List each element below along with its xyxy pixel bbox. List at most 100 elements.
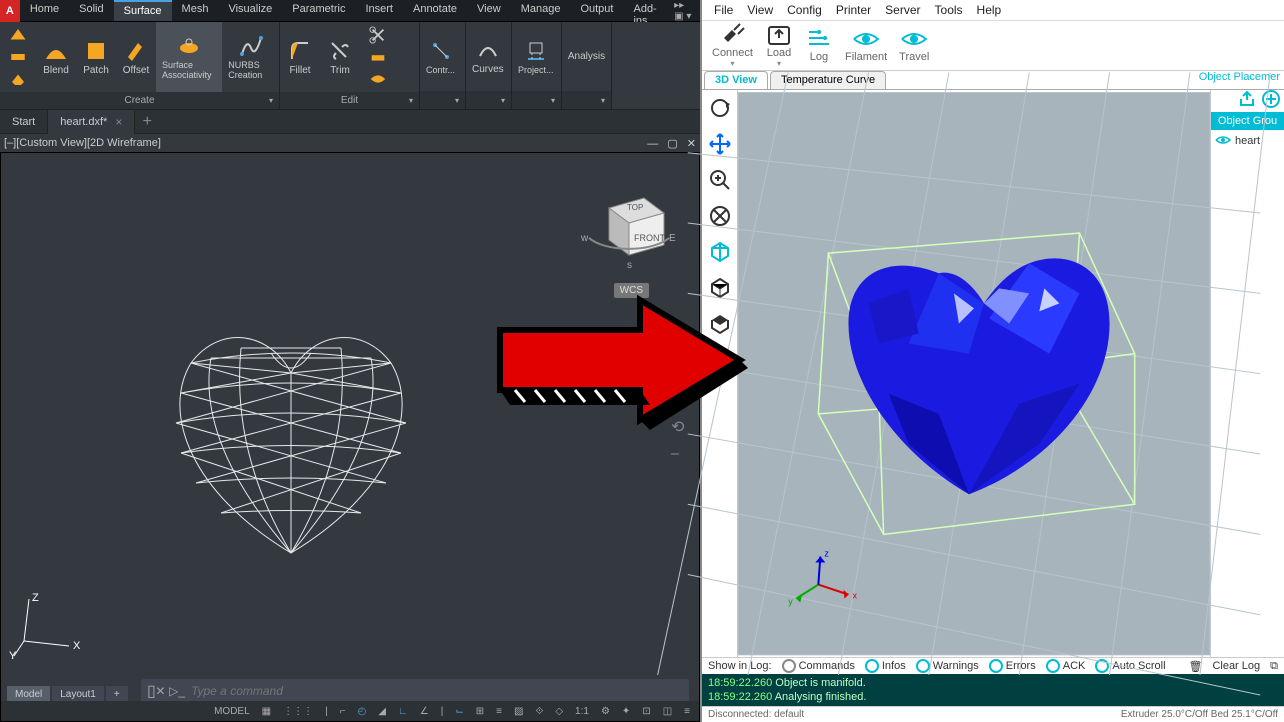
menu-config[interactable]: Config: [787, 3, 822, 17]
add-tab-button[interactable]: +: [135, 113, 159, 131]
ortho-icon[interactable]: ⌐: [337, 706, 349, 717]
loft-button[interactable]: [2, 24, 34, 46]
dynucs-icon[interactable]: ⌙: [452, 706, 466, 717]
grid-icon[interactable]: ▦: [259, 706, 274, 717]
menu-tools[interactable]: Tools: [935, 3, 963, 17]
cmd-close-icon[interactable]: ▯×: [147, 681, 165, 701]
menu-surface[interactable]: Surface: [114, 0, 172, 21]
scale-label[interactable]: 1:1: [572, 706, 592, 717]
menu-visualize[interactable]: Visualize: [218, 0, 282, 21]
command-line[interactable]: ▯× ▷_: [141, 679, 689, 703]
log-button[interactable]: Log: [805, 27, 833, 63]
rotate-tool[interactable]: [706, 94, 734, 122]
chevron-down-icon[interactable]: ▾: [730, 59, 734, 68]
annotation-icon[interactable]: ✦: [619, 706, 633, 717]
menu-mesh[interactable]: Mesh: [172, 0, 219, 21]
menu-home[interactable]: Home: [20, 0, 69, 21]
menu-server[interactable]: Server: [885, 3, 920, 17]
zoom-icon[interactable]: ⊕: [671, 389, 693, 409]
sculpt-button[interactable]: [362, 68, 394, 90]
clear-log-button[interactable]: Clear Log: [1212, 660, 1260, 672]
extend-button[interactable]: [362, 46, 394, 68]
add-object-button[interactable]: [1262, 90, 1280, 111]
units-icon[interactable]: ◫: [660, 706, 675, 717]
menu-solid[interactable]: Solid: [69, 0, 113, 21]
chevron-down-icon[interactable]: ▾: [269, 96, 273, 105]
eye-icon[interactable]: [1215, 134, 1231, 149]
filter-warnings[interactable]: Warnings: [916, 659, 979, 673]
cut-button[interactable]: [362, 24, 394, 46]
nurbs-creation-button[interactable]: NURBS Creation: [222, 22, 279, 92]
polar-icon[interactable]: ◴: [355, 706, 370, 717]
menu-printer[interactable]: Printer: [836, 3, 871, 17]
chevron-down-icon[interactable]: ▾: [501, 96, 505, 105]
filament-button[interactable]: Filament: [845, 27, 887, 63]
wcs-label[interactable]: WCS: [614, 283, 649, 298]
curves-button[interactable]: Curves: [466, 22, 510, 91]
filter-autoscroll[interactable]: Auto Scroll: [1095, 659, 1165, 673]
menu-addins[interactable]: Add-ins: [623, 0, 668, 21]
extrude-button[interactable]: [2, 68, 34, 90]
menu-output[interactable]: Output: [570, 0, 623, 21]
patch-button[interactable]: Patch: [76, 22, 116, 92]
file-tab-heart[interactable]: heart.dxf*×: [48, 110, 135, 134]
menu-overflow-icon[interactable]: ▸▸ ▣ ▾: [668, 0, 700, 21]
app-logo-icon[interactable]: A: [0, 0, 20, 22]
menu-view[interactable]: View: [747, 3, 773, 17]
steering-wheel-icon[interactable]: ◎: [671, 333, 693, 353]
export-icon[interactable]: [1238, 90, 1256, 111]
move-tool[interactable]: [706, 130, 734, 158]
project-button[interactable]: Project...: [512, 22, 560, 91]
slicer-3d-view[interactable]: x y z: [738, 90, 1210, 657]
isodraft-icon[interactable]: ◢: [375, 706, 389, 717]
viewcube[interactable]: TOP FRONT w E s: [569, 183, 679, 293]
trim-button[interactable]: Trim: [320, 22, 360, 92]
fillet-button[interactable]: Fillet: [280, 22, 320, 92]
chevron-down-icon[interactable]: ▾: [777, 59, 781, 68]
menu-view[interactable]: View: [467, 0, 511, 21]
menu-parametric[interactable]: Parametric: [282, 0, 355, 21]
gear-icon[interactable]: ⚙: [598, 706, 613, 717]
connect-button[interactable]: Connect ▾: [712, 23, 753, 68]
ucs-axes[interactable]: X Y Z: [9, 591, 89, 661]
workspace-icon[interactable]: ⊡: [639, 706, 653, 717]
menu-insert[interactable]: Insert: [355, 0, 403, 21]
maximize-icon[interactable]: ▢: [667, 138, 677, 150]
analysis-button[interactable]: Analysis: [562, 22, 611, 91]
chevron-down-icon[interactable]: ▾: [601, 96, 605, 105]
object-item-heart[interactable]: heart: [1211, 130, 1284, 153]
minimize-icon[interactable]: —: [647, 138, 658, 150]
load-button[interactable]: Load ▾: [765, 23, 793, 68]
menu-file[interactable]: File: [714, 3, 733, 17]
filter-ack[interactable]: ACK: [1046, 659, 1086, 673]
snap-icon[interactable]: ⋮⋮⋮: [280, 706, 316, 717]
close-icon[interactable]: ×: [115, 115, 122, 129]
control-vertices-button[interactable]: Contr...: [420, 22, 461, 91]
osnap-icon[interactable]: ∟: [395, 706, 411, 717]
top-tool[interactable]: [706, 310, 734, 338]
filter-infos[interactable]: Infos: [865, 659, 906, 673]
iso-tool[interactable]: [706, 238, 734, 266]
menu-annotate[interactable]: Annotate: [403, 0, 467, 21]
menu-manage[interactable]: Manage: [511, 0, 571, 21]
file-tab-start[interactable]: Start: [0, 110, 48, 134]
command-input[interactable]: [191, 684, 683, 698]
lineweight-icon[interactable]: ≡: [493, 706, 505, 717]
chevron-down-icon[interactable]: ▾: [551, 96, 555, 105]
cad-viewport[interactable]: TOP FRONT w E s WCS ◎ ✥ ⊕ ⟲ ⎯ X Y Z Mode…: [0, 152, 700, 722]
dyninput-icon[interactable]: ⊞: [473, 706, 487, 717]
offset-button[interactable]: Offset: [116, 22, 156, 92]
otrack-icon[interactable]: ∠: [417, 706, 432, 717]
chevron-down-icon[interactable]: ▾: [409, 96, 413, 105]
cycling-icon[interactable]: ⟐: [532, 706, 546, 717]
menu-help[interactable]: Help: [977, 3, 1002, 17]
chevron-down-icon[interactable]: ▾: [455, 96, 459, 105]
filter-commands[interactable]: Commands: [782, 659, 855, 673]
tab-3dview[interactable]: 3D View: [704, 71, 768, 89]
status-model[interactable]: MODEL: [211, 706, 253, 717]
sweep-button[interactable]: [2, 46, 34, 68]
filter-errors[interactable]: Errors: [989, 659, 1036, 673]
transparency-icon[interactable]: ▨: [511, 706, 526, 717]
blend-button[interactable]: Blend: [36, 22, 76, 92]
zoom-tool[interactable]: [706, 166, 734, 194]
